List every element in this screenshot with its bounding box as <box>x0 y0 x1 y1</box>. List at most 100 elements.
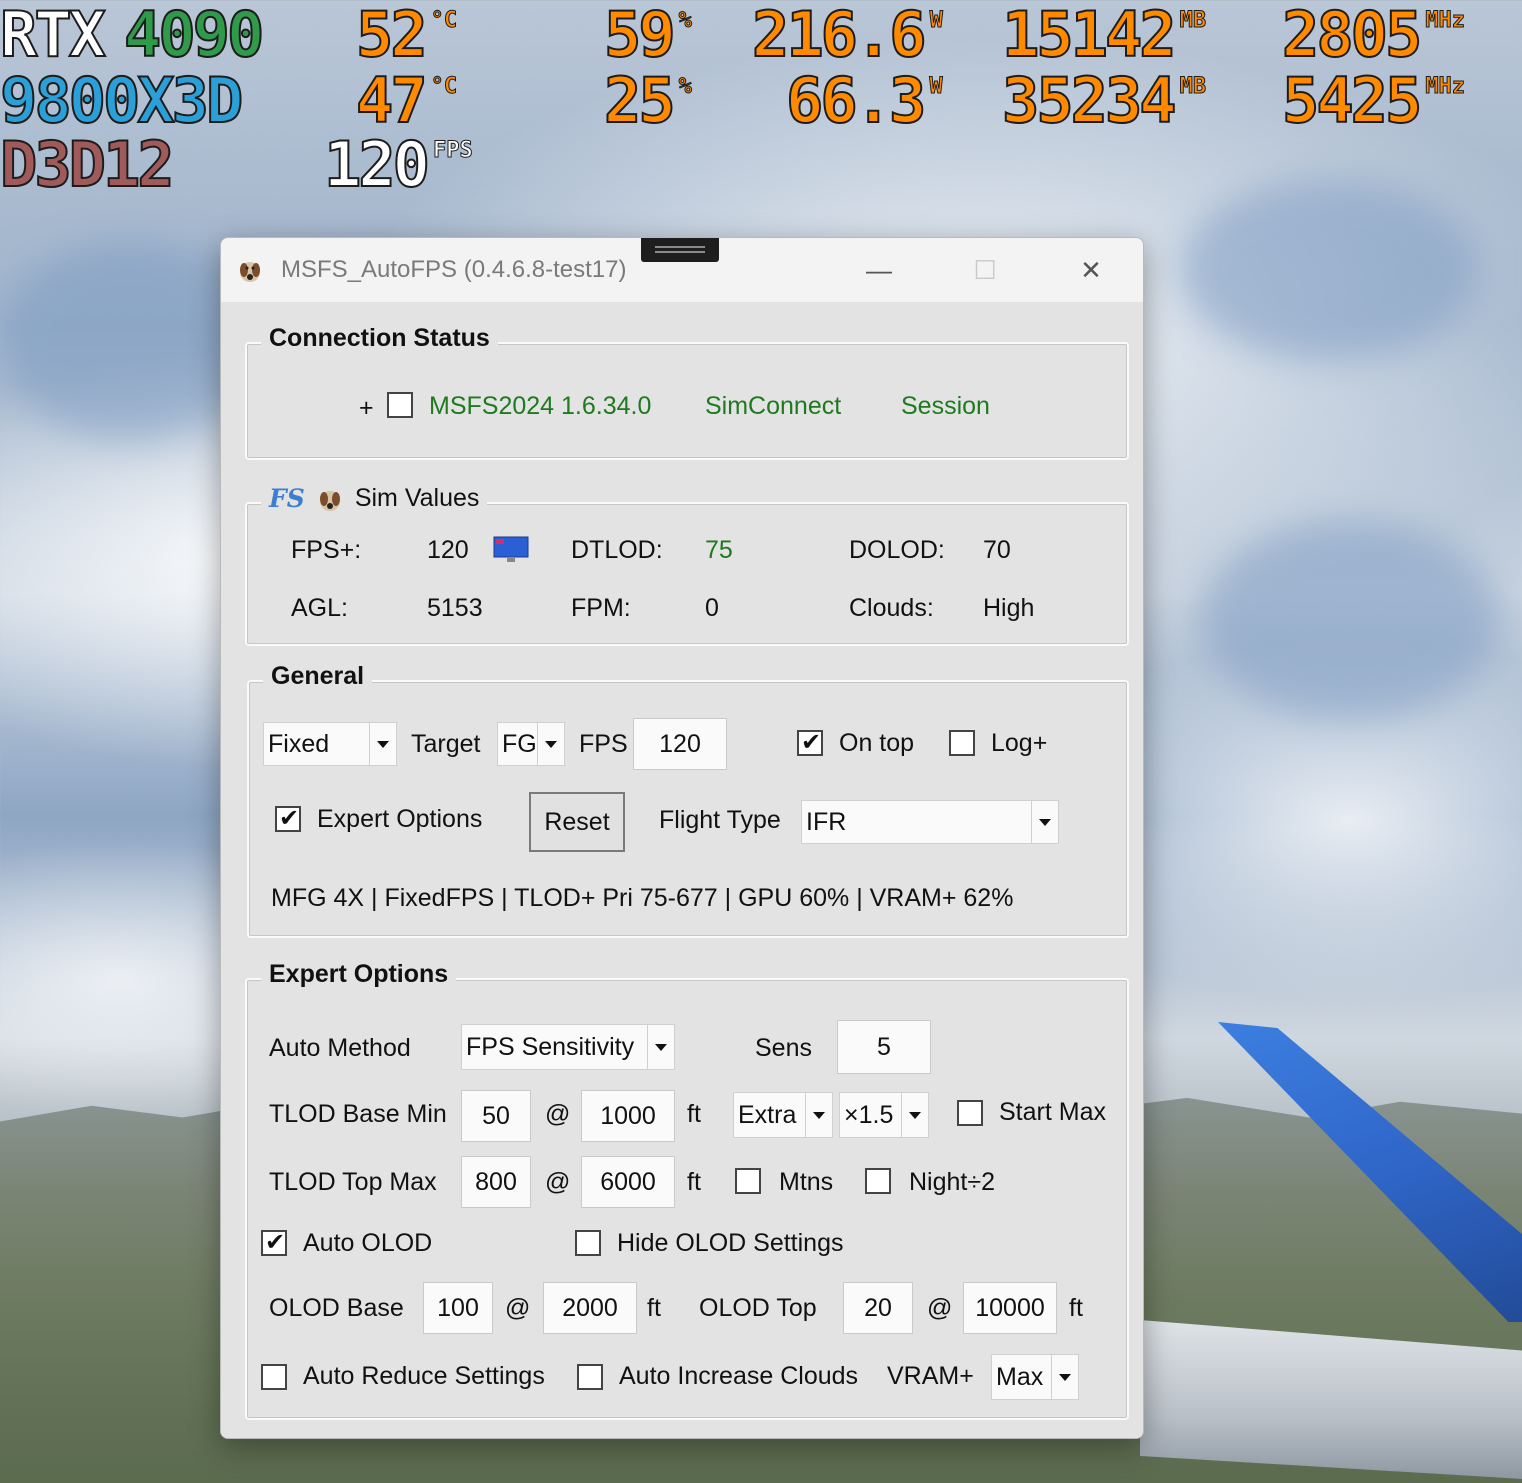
mountains-checkbox[interactable] <box>735 1168 761 1194</box>
osd-ram-used: 35234 MB <box>1001 64 1207 137</box>
fpm-value: 0 <box>705 594 719 622</box>
chevron-down-icon[interactable] <box>1051 1355 1078 1399</box>
monitor-icon <box>493 536 529 562</box>
ft-label: ft <box>687 1168 701 1196</box>
olod-top-label: OLOD Top <box>699 1294 817 1322</box>
connection-status-group: Connection Status + MSFS2024 1.6.34.0 Si… <box>245 324 1129 460</box>
night-checkbox[interactable] <box>865 1168 891 1194</box>
session-status: Session <box>901 392 990 420</box>
log-plus-label: Log+ <box>991 729 1048 757</box>
at-label: @ <box>545 1168 571 1196</box>
chevron-down-icon[interactable] <box>901 1093 928 1137</box>
at-label: @ <box>927 1294 953 1322</box>
osd-cpu-name: 9800X3D <box>0 64 244 137</box>
simconnect-status: SimConnect <box>705 392 842 420</box>
osd-cpu-temp: 47 °C <box>355 64 458 137</box>
ft-label: ft <box>1069 1294 1083 1322</box>
expert-options-group: Expert Options Auto Method FPS Sensitivi… <box>245 960 1129 1420</box>
agl-value: 5153 <box>427 594 483 622</box>
expert-options-legend: Expert Options <box>261 960 457 989</box>
dog-app-icon <box>240 262 260 282</box>
connection-checkbox[interactable] <box>387 392 413 418</box>
expert-options-checkbox[interactable] <box>275 804 301 833</box>
target-select[interactable]: FG <box>497 722 565 766</box>
osd-gpu-clock: 2805 MHz <box>1281 0 1466 71</box>
olod-top-input[interactable]: 20 <box>843 1282 913 1334</box>
on-top-checkbox[interactable] <box>797 728 823 757</box>
olod-top-alt-input[interactable]: 10000 <box>963 1282 1057 1334</box>
expert-options-label: Expert Options <box>317 805 483 833</box>
start-max-checkbox[interactable] <box>957 1100 983 1126</box>
status-line: MFG 4X | FixedFPS | TLOD+ Pri 75-677 | G… <box>271 884 1014 912</box>
general-group: General Fixed Target FG FPS 120 On top L… <box>247 662 1129 938</box>
auto-method-select-value: FPS Sensitivity <box>466 1033 635 1061</box>
chevron-down-icon[interactable] <box>647 1025 674 1069</box>
connection-status-legend: Connection Status <box>261 324 498 353</box>
minimize-button[interactable]: — <box>849 252 909 288</box>
vram-select-value: Max <box>996 1363 1044 1391</box>
at-label: @ <box>545 1100 571 1128</box>
vram-select[interactable]: Max <box>991 1354 1079 1400</box>
auto-reduce-label: Auto Reduce Settings <box>303 1362 545 1390</box>
title-bar[interactable]: MSFS_AutoFPS (0.4.6.8-test17) — ☐ ✕ <box>221 238 1143 302</box>
sim-values-title: Sim Values <box>354 484 480 512</box>
auto-method-select[interactable]: FPS Sensitivity <box>461 1024 675 1070</box>
tlod-top-alt-input[interactable]: 6000 <box>581 1156 675 1208</box>
agl-label: AGL: <box>291 594 348 622</box>
auto-increase-label: Auto Increase Clouds <box>619 1362 859 1390</box>
tlod-top-label: TLOD Top Max <box>269 1168 437 1196</box>
tlod-base-label: TLOD Base Min <box>269 1100 447 1128</box>
multiplier-select-value: ×1.5 <box>844 1101 894 1129</box>
olod-base-label: OLOD Base <box>269 1294 404 1322</box>
drag-grip-icon[interactable] <box>641 238 719 262</box>
log-plus-checkbox[interactable] <box>949 730 975 756</box>
mountains-label: Mtns <box>779 1168 834 1196</box>
maximize-button[interactable]: ☐ <box>955 252 1015 288</box>
vram-label: VRAM+ <box>887 1362 974 1390</box>
olod-base-alt-input[interactable]: 2000 <box>543 1282 637 1334</box>
extra-select[interactable]: Extra <box>733 1092 833 1138</box>
mode-select[interactable]: Fixed <box>263 722 397 766</box>
start-max-label: Start Max <box>999 1098 1106 1126</box>
fs-icon: FS <box>269 484 305 513</box>
sky-patch <box>1200 520 1500 720</box>
dtlod-label: DTLOD: <box>571 536 663 564</box>
auto-olod-label: Auto OLOD <box>303 1229 433 1257</box>
chevron-down-icon[interactable] <box>369 723 396 765</box>
chevron-down-icon[interactable] <box>537 723 564 765</box>
osd-api: D3D12 <box>0 128 176 201</box>
general-legend: General <box>263 662 373 691</box>
extra-select-value: Extra <box>738 1101 797 1129</box>
reset-button[interactable]: Reset <box>529 792 625 852</box>
mode-select-value: Fixed <box>268 730 330 758</box>
sim-values-legend: FS Sim Values <box>261 484 488 513</box>
clouds-label: Clouds: <box>849 594 934 622</box>
flight-type-label: Flight Type <box>659 806 781 834</box>
flight-type-select[interactable]: IFR <box>801 800 1059 844</box>
multiplier-select[interactable]: ×1.5 <box>839 1092 929 1138</box>
on-top-label: On top <box>839 729 915 757</box>
osd-gpu-mem: 15142 MB <box>1001 0 1207 71</box>
osd-gpu-name: RTX <box>0 0 107 71</box>
tlod-base-alt-input[interactable]: 1000 <box>581 1090 675 1142</box>
fps-target-label: FPS <box>579 730 628 758</box>
close-button[interactable]: ✕ <box>1061 252 1121 288</box>
ft-label: ft <box>687 1100 701 1128</box>
window-title: MSFS_AutoFPS (0.4.6.8-test17) <box>281 256 627 283</box>
chevron-down-icon[interactable] <box>805 1093 832 1137</box>
auto-olod-checkbox[interactable] <box>261 1228 287 1257</box>
tlod-base-input[interactable]: 50 <box>461 1090 531 1142</box>
auto-reduce-checkbox[interactable] <box>261 1364 287 1390</box>
target-select-value: FG <box>502 730 537 758</box>
chevron-down-icon[interactable] <box>1031 801 1058 843</box>
target-label: Target <box>411 730 481 758</box>
auto-increase-checkbox[interactable] <box>577 1364 603 1390</box>
flight-type-select-value: IFR <box>806 808 847 836</box>
fps-target-input[interactable]: 120 <box>633 718 727 770</box>
tlod-top-input[interactable]: 800 <box>461 1156 531 1208</box>
sens-input[interactable]: 5 <box>837 1020 931 1074</box>
window-content: Connection Status + MSFS2024 1.6.34.0 Si… <box>221 302 1143 1438</box>
hide-olod-checkbox[interactable] <box>575 1230 601 1256</box>
sens-label: Sens <box>755 1034 812 1062</box>
olod-base-input[interactable]: 100 <box>423 1282 493 1334</box>
